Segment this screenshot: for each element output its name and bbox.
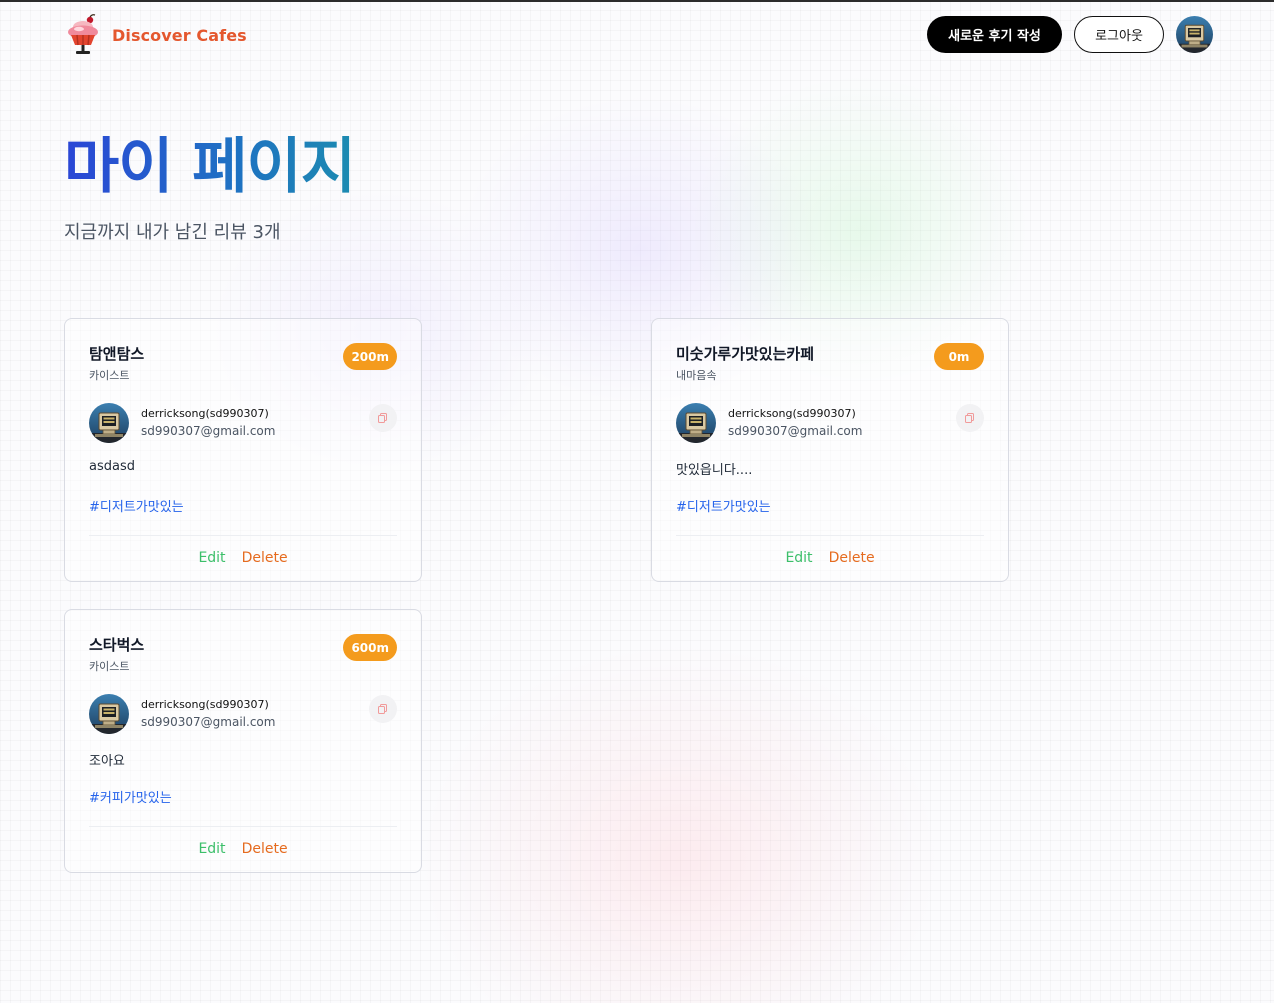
copy-icon bbox=[378, 413, 387, 423]
edit-button[interactable]: Edit bbox=[198, 550, 225, 566]
reviewer-email: sd990307@gmail.com bbox=[728, 424, 863, 438]
review-content: 맛있읍니다.... bbox=[676, 463, 753, 478]
copy-button[interactable] bbox=[369, 695, 397, 723]
cafe-name: 스타벅스 bbox=[89, 636, 145, 654]
reviewer-name: derricksong(sd990307) bbox=[141, 698, 269, 711]
brand-name: Discover Cafes bbox=[112, 25, 247, 45]
card-actions: Edit Delete bbox=[65, 841, 421, 857]
reviewer-email: sd990307@gmail.com bbox=[141, 715, 276, 729]
review-card: 스타벅스 카이스트 600m derricksong(sd990307) sd9… bbox=[64, 609, 422, 873]
reviewer-email: sd990307@gmail.com bbox=[141, 424, 276, 438]
distance-badge: 0m bbox=[934, 343, 984, 370]
card-divider bbox=[89, 826, 397, 827]
reviewer-avatar bbox=[89, 403, 129, 443]
reviewer-name: derricksong(sd990307) bbox=[728, 407, 856, 420]
card-actions: Edit Delete bbox=[652, 550, 1008, 566]
edit-button[interactable]: Edit bbox=[198, 841, 225, 857]
delete-button[interactable]: Delete bbox=[242, 841, 288, 857]
review-tag[interactable]: #디저트가맛있는 bbox=[676, 496, 771, 515]
page-title: 마이 페이지 bbox=[64, 128, 356, 206]
cafe-name: 탐앤탐스 bbox=[89, 345, 145, 363]
review-content: 조아요 bbox=[89, 754, 125, 769]
reviewer-avatar bbox=[676, 403, 716, 443]
cupcake-logo-icon bbox=[68, 14, 98, 54]
delete-button[interactable]: Delete bbox=[242, 550, 288, 566]
card-divider bbox=[676, 535, 984, 536]
delete-button[interactable]: Delete bbox=[829, 550, 875, 566]
review-card: 미숫가루가맛있는카페 내마음속 0m derricksong(sd990307)… bbox=[651, 318, 1009, 582]
review-card: 탐앤탐스 카이스트 200m derricksong(sd990307) sd9… bbox=[64, 318, 422, 582]
review-content: asdasd bbox=[89, 459, 135, 474]
copy-icon bbox=[378, 704, 387, 714]
copy-button[interactable] bbox=[956, 404, 984, 432]
cafe-location: 내마음속 bbox=[676, 369, 717, 382]
copy-button[interactable] bbox=[369, 404, 397, 432]
edit-button[interactable]: Edit bbox=[785, 550, 812, 566]
user-avatar[interactable] bbox=[1176, 16, 1213, 53]
copy-icon bbox=[965, 413, 974, 423]
reviewer-avatar bbox=[89, 694, 129, 734]
logout-button[interactable]: 로그아웃 bbox=[1074, 16, 1164, 53]
distance-badge: 600m bbox=[343, 634, 397, 661]
review-tag[interactable]: #디저트가맛있는 bbox=[89, 496, 184, 515]
cafe-location: 카이스트 bbox=[89, 660, 130, 673]
reviewer-name: derricksong(sd990307) bbox=[141, 407, 269, 420]
new-review-button[interactable]: 새로운 후기 작성 bbox=[927, 16, 1062, 53]
distance-badge: 200m bbox=[343, 343, 397, 370]
cafe-name: 미숫가루가맛있는카페 bbox=[676, 345, 815, 363]
site-header: Discover Cafes 새로운 후기 작성 로그아웃 bbox=[0, 2, 1274, 66]
cafe-location: 카이스트 bbox=[89, 369, 130, 382]
review-tag[interactable]: #커피가맛있는 bbox=[89, 787, 172, 806]
card-divider bbox=[89, 535, 397, 536]
brand-link[interactable]: Discover Cafes bbox=[66, 14, 247, 56]
card-actions: Edit Delete bbox=[65, 550, 421, 566]
page-subtitle: 지금까지 내가 남긴 리뷰 3개 bbox=[64, 222, 281, 243]
